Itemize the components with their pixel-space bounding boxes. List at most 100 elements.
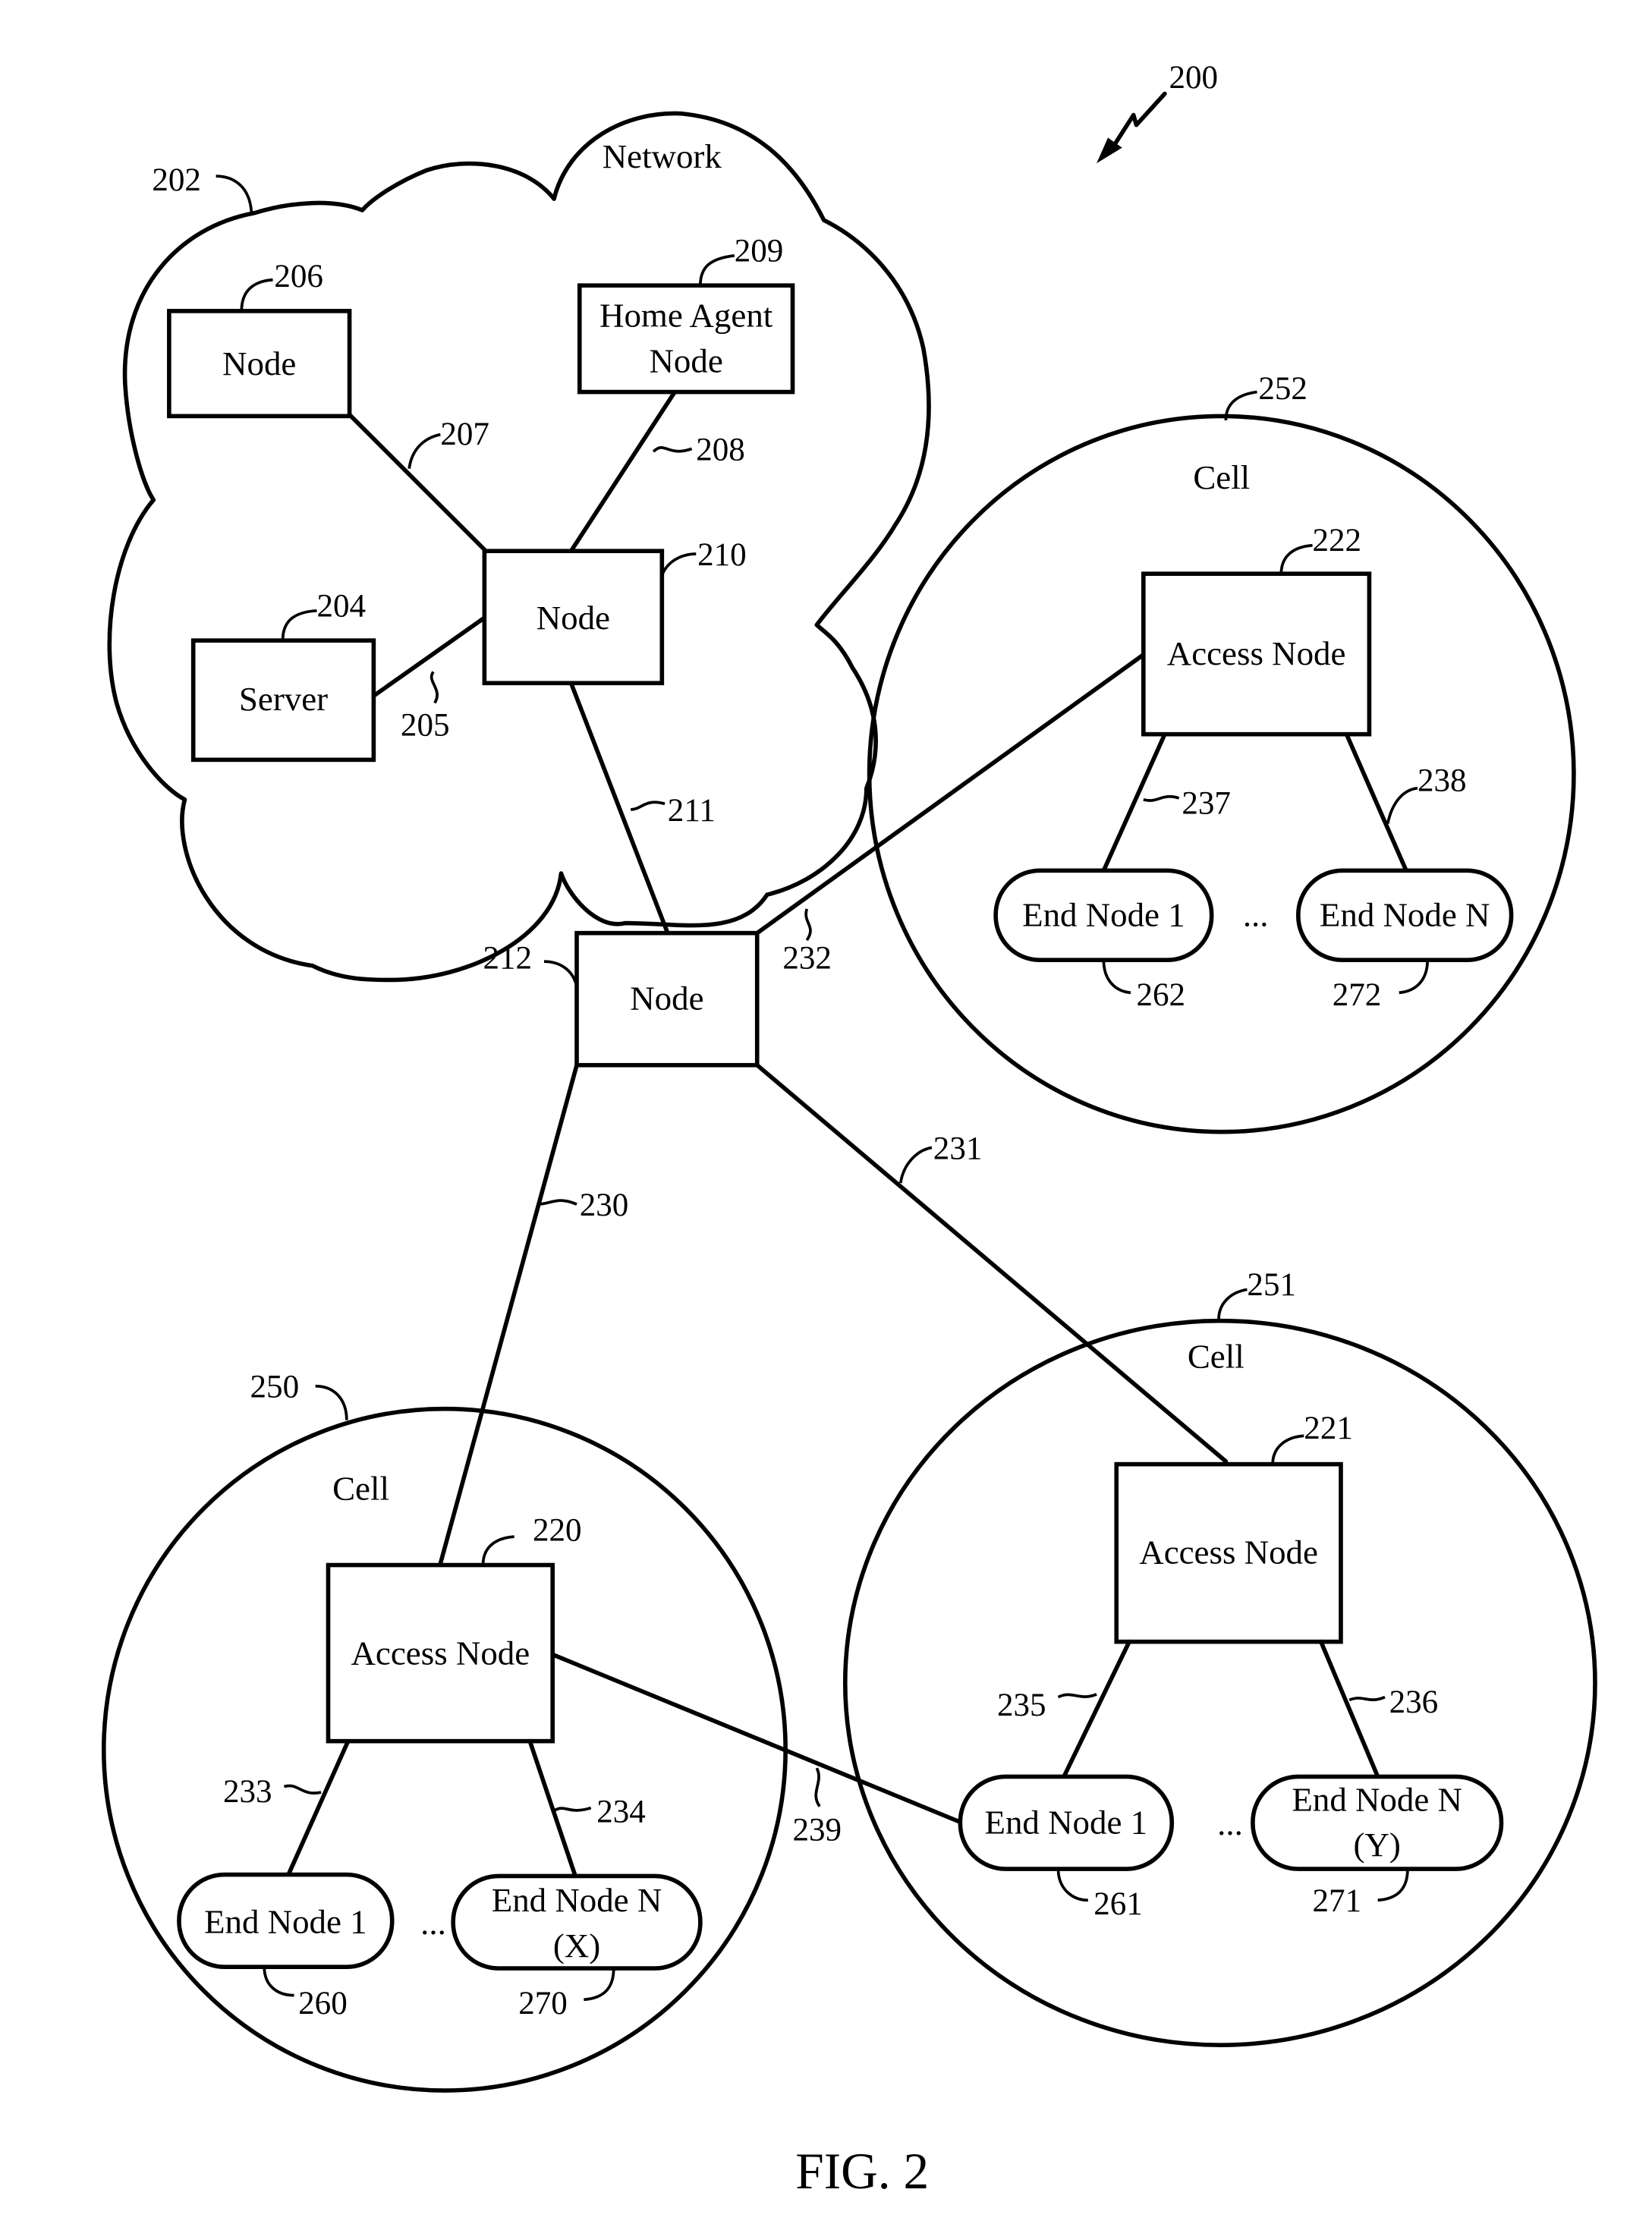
end-node-272-leader — [1399, 960, 1430, 995]
cell-252: Cell 252 — [867, 371, 1576, 1134]
network-cloud: Network 202 — [107, 111, 931, 983]
node-206-leader — [240, 278, 273, 311]
end-node-262-ref: 262 — [1136, 977, 1185, 1013]
access-node-220-label: Access Node — [351, 1634, 530, 1672]
link-235-leader — [1057, 1693, 1097, 1699]
link-231-ref: 231 — [933, 1131, 983, 1166]
link-237-ref: 237 — [1182, 785, 1231, 821]
link-232-leader — [804, 908, 812, 942]
node-206-ref: 206 — [274, 259, 323, 294]
figure-reference: 200 — [1097, 60, 1219, 164]
network-ref-leader — [216, 175, 253, 213]
link-208-ref: 208 — [696, 432, 745, 467]
link-236-leader — [1348, 1695, 1386, 1702]
end-node-271-label-line2: (Y) — [1354, 1826, 1401, 1864]
node-210-ref: 210 — [697, 537, 747, 573]
node-206[interactable]: Node 206 — [167, 259, 352, 419]
server-204[interactable]: Server 204 — [190, 588, 376, 763]
link-208-leader — [652, 446, 693, 453]
home-agent-label-line1: Home Agent — [599, 296, 773, 334]
link-238-ref: 238 — [1418, 763, 1467, 799]
node-212-ref: 212 — [483, 940, 532, 976]
cell-251-ref: 251 — [1247, 1267, 1296, 1303]
node-212-label: Node — [630, 980, 703, 1018]
figure-ref-number: 200 — [1169, 60, 1219, 96]
link-236 — [1318, 1639, 1380, 1779]
link-238-leader — [1386, 786, 1418, 824]
link-211-leader — [630, 801, 666, 811]
access-node-220[interactable]: Access Node 220 — [326, 1513, 582, 1744]
link-211 — [568, 681, 670, 936]
access-node-222-leader — [1279, 543, 1313, 574]
cell-251-ellipsis: ... — [1217, 1804, 1243, 1842]
end-node-260-label: End Node 1 — [204, 1902, 367, 1940]
home-agent-leader — [698, 254, 735, 286]
cell-252-ref: 252 — [1258, 371, 1307, 407]
node-212-leader — [543, 960, 578, 988]
node-210-leader — [660, 552, 697, 576]
access-node-221-label: Access Node — [1139, 1534, 1318, 1571]
link-233-ref: 233 — [223, 1774, 272, 1810]
server-leader — [281, 609, 317, 641]
link-231-leader — [898, 1146, 933, 1184]
home-agent-ref: 209 — [735, 233, 784, 269]
server-label: Server — [239, 680, 328, 718]
end-node-270-label-line2: (X) — [553, 1927, 600, 1964]
access-node-222-label: Access Node — [1167, 634, 1346, 672]
node-210[interactable]: Node 210 — [482, 537, 747, 686]
link-208 — [568, 389, 677, 554]
link-234-ref: 234 — [596, 1794, 646, 1829]
link-205-leader — [430, 671, 439, 704]
link-235-ref: 235 — [997, 1688, 1046, 1723]
end-node-272-ref: 272 — [1333, 977, 1382, 1013]
link-239-leader — [814, 1767, 821, 1807]
node-212[interactable]: Node 212 — [483, 930, 760, 1068]
link-234-leader — [553, 1806, 592, 1813]
end-node-261[interactable]: End Node 1 261 — [958, 1774, 1175, 1922]
end-node-261-leader — [1056, 1869, 1088, 1902]
end-node-260-ref: 260 — [298, 1986, 348, 2021]
end-node-261-ref: 261 — [1093, 1886, 1143, 1922]
link-237-leader — [1143, 794, 1180, 802]
end-node-272-label: End Node N — [1320, 895, 1490, 933]
link-233 — [286, 1738, 351, 1877]
end-node-271[interactable]: End Node N (Y) 271 — [1251, 1774, 1504, 1919]
network-label: Network — [603, 137, 722, 175]
link-207-ref: 207 — [440, 417, 489, 452]
end-node-262-leader — [1102, 960, 1131, 995]
link-235 — [1062, 1639, 1131, 1779]
end-node-271-leader — [1377, 1869, 1409, 1902]
figure-ref-arrow — [1108, 91, 1167, 153]
link-233-leader — [283, 1784, 322, 1795]
link-239-ref: 239 — [793, 1813, 842, 1848]
link-230-leader — [537, 1199, 577, 1206]
cell-252-label: Cell — [1193, 458, 1250, 496]
access-node-221[interactable]: Access Node 221 — [1114, 1411, 1353, 1644]
cell-251-circle — [842, 1318, 1597, 2047]
end-node-272[interactable]: End Node N 272 — [1296, 868, 1514, 1013]
access-node-220-leader — [481, 1535, 514, 1565]
link-211-ref: 211 — [668, 793, 716, 829]
end-node-270[interactable]: End Node N (X) 270 — [451, 1873, 703, 2021]
access-node-222-ref: 222 — [1313, 523, 1362, 558]
cell-250-circle — [101, 1406, 788, 2093]
cell-250-ref: 250 — [250, 1370, 300, 1405]
home-agent-node-209[interactable]: Home Agent Node 209 — [577, 233, 795, 395]
end-node-271-label-line1: End Node N — [1292, 1780, 1462, 1818]
figure-caption: FIG. 2 — [795, 2143, 929, 2200]
cell-250-label: Cell — [332, 1469, 389, 1507]
link-205 — [371, 615, 487, 698]
link-236-ref: 236 — [1389, 1685, 1439, 1720]
cell-252-ellipsis: ... — [1243, 895, 1269, 933]
access-node-222[interactable]: Access Node 222 — [1141, 523, 1372, 737]
cloud-outline — [107, 111, 931, 983]
cell-251-leader — [1217, 1288, 1248, 1320]
link-237 — [1101, 731, 1167, 873]
end-node-271-ref: 271 — [1313, 1883, 1362, 1919]
end-node-270-ref: 270 — [518, 1986, 568, 2021]
end-node-260-leader — [263, 1967, 294, 1997]
node-210-label: Node — [537, 599, 610, 637]
end-node-262[interactable]: End Node 1 262 — [993, 868, 1214, 1013]
link-205-ref: 205 — [401, 708, 450, 744]
access-node-220-ref: 220 — [533, 1513, 582, 1549]
